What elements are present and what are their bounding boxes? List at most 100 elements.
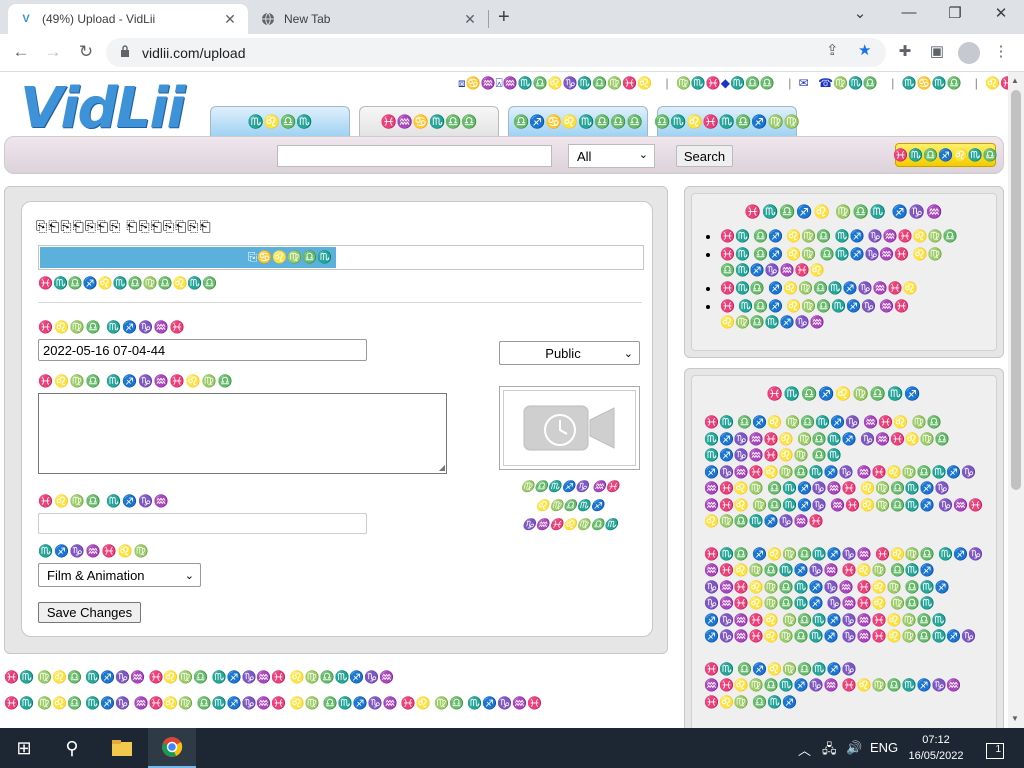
search-bar: All ⌄ Search ♓♏♎♐♌♏♎: [4, 136, 1004, 174]
description-textarea[interactable]: ◢: [38, 393, 447, 474]
browser-toolbar: ← → ↻ vidlii.com/upload ⇪ ★ ✚ ▣ ⋮: [0, 34, 1024, 72]
close-window-button[interactable]: ✕: [986, 4, 1016, 22]
mail-icon[interactable]: ✉: [799, 76, 809, 90]
close-tab-icon[interactable]: ✕: [222, 11, 238, 28]
reload-button[interactable]: ↻: [75, 42, 97, 62]
browser-tab-strip: V (49%) Upload - VidLii ✕ New Tab ✕ + ⌄ …: [0, 0, 1024, 34]
save-changes-button[interactable]: Save Changes: [38, 602, 141, 623]
list-item: ♓♏ ♎♐ ♌♍♎ ♏♐ ♑♒♓♌♍♎: [720, 228, 996, 244]
forward-button[interactable]: →: [42, 42, 64, 62]
upload-tips-box: ♓♏♎♐♌ ♍♎♏ ♐♑♒ ♓♏ ♎♐ ♌♍♎ ♏♐ ♑♒♓♌♍♎ ♓♏ ♎♐ …: [684, 186, 1004, 358]
top-user-links: ⧈♋♒⍓♒♏♎♌♑♏♎♍♓♌ | ♍♏♓◆♏♎♎ | ✉ ☎︎♍♏♎ | ♏♋♏…: [458, 76, 1008, 91]
top-link-2[interactable]: ♍♏♓◆♏♎♎: [676, 76, 775, 90]
thumbnail-preview[interactable]: [499, 386, 640, 470]
top-link-5[interactable]: ♌♓♎♍: [985, 76, 1008, 90]
network-icon[interactable]: 🖧: [822, 740, 837, 762]
search-input[interactable]: [277, 145, 552, 167]
tab-separator: [488, 10, 489, 28]
copyright-paragraph-1: ♓♏ ♎♐♌ ♍♎♏♐♑ ♒♓♌ ♍♎ ♏♐♑♒♓♌ ♍♎♏♐ ♑♒♓♌♍♎ ♏…: [704, 415, 983, 528]
new-tab-button[interactable]: +: [498, 6, 510, 29]
copyright-title: ♓♏♎♐♌♍♎♏♐: [766, 386, 922, 401]
globe-icon: [260, 11, 276, 27]
title-label: ♓♌♍♎ ♏♐♑♒♓: [38, 320, 186, 334]
title-input[interactable]: 2022-05-16 07-04-44: [38, 339, 367, 361]
chrome-taskbar-icon[interactable]: [148, 728, 196, 768]
footer-link[interactable]: ♒♓♌♍ ♎♏♐♑♒♓: [134, 696, 287, 710]
category-select[interactable]: Film & Animation ⌄: [38, 563, 201, 587]
extensions-puzzle-icon[interactable]: ✚: [894, 42, 916, 60]
scrollbar-thumb[interactable]: [1011, 90, 1021, 490]
tab-search-icon[interactable]: ⌄: [845, 4, 875, 22]
tab-new-tab[interactable]: New Tab ✕: [250, 4, 488, 34]
language-indicator[interactable]: ENG: [870, 740, 898, 755]
list-item: ♓♏ ♎♐ ♌♍ ♎♏♐♑♒♓ ♌♍ ♎♏♐♑♒♓♌: [720, 246, 996, 278]
scroll-up-icon[interactable]: ▲: [1011, 76, 1019, 85]
privacy-select[interactable]: Public ⌄: [499, 341, 640, 365]
file-explorer-icon[interactable]: [98, 728, 146, 768]
windows-start-icon[interactable]: ⊞: [0, 728, 48, 768]
resize-grip-icon[interactable]: ◢: [439, 463, 445, 472]
back-button[interactable]: ←: [10, 42, 32, 62]
search-category-select[interactable]: All ⌄: [568, 144, 655, 168]
side-panel-icon[interactable]: ▣: [926, 42, 948, 60]
tags-input[interactable]: [38, 513, 367, 534]
windows-taskbar: ⊞ ⚲ ︿ 🖧 🔊 ENG 07:12 16/05/2022 1: [0, 728, 1024, 768]
close-tab-icon[interactable]: ✕: [462, 11, 478, 28]
tags-label: ♓♌♍♎ ♏♐♑♒: [38, 494, 170, 508]
tray-overflow-icon[interactable]: ︿: [798, 740, 811, 759]
profile-avatar-icon[interactable]: [958, 42, 980, 64]
address-bar[interactable]: vidlii.com/upload: [106, 38, 886, 67]
list-item: ♓♏♎ ♐♌♍♎♏♐♑♒♓♌: [720, 280, 996, 296]
copyright-info-box: ♓♏♎♐♌♍♎♏♐ ♓♏ ♎♐♌ ♍♎♏♐♑ ♒♓♌ ♍♎ ♏♐♑♒♓♌ ♍♎♏…: [684, 368, 1004, 728]
upload-section-title: ⎘⎗⎘⎗⎘⎗⎘ ⎗⎘⎗⎘⎗⎘⎗: [36, 218, 212, 234]
volume-icon[interactable]: 🔊: [846, 740, 862, 756]
top-link-4[interactable]: ♏♋♏♎: [902, 76, 962, 90]
nav-tab-community[interactable]: ♎♏♌♓♏♎♐♍♍: [654, 106, 800, 136]
upload-panel: ⎘⎗⎘⎗⎘⎗⎘ ⎗⎘⎗⎘⎗⎘⎗ ⎘♋♌♍♎♏ ♓♏♎♐♌♏♎♍♎♌♏♎ ♓♌♍♎…: [4, 186, 668, 654]
nav-tab-channels[interactable]: ♎♐♋♌♏♎♎♎: [508, 106, 648, 136]
thumbnail-caption: ♍♎♏♐♑ ♒♓ ♌♍♎♏♐ ♑♒♓♌♍♎♏: [520, 481, 620, 531]
vidlii-logo[interactable]: VidLii: [20, 76, 186, 141]
chevron-down-icon: ⌄: [638, 149, 648, 161]
progress-label: ⎘♋♌♍♎♏: [247, 250, 332, 264]
search-button[interactable]: Search: [676, 145, 733, 167]
upload-tips-title: ♓♏♎♐♌ ♍♎♏ ♐♑♒: [744, 204, 944, 219]
upload-progress-bar: ⎘♋♌♍♎♏: [38, 245, 644, 270]
footer-note-2: ♓♏ ♍♌♎ ♏♐♑ ♒♓♌♍ ♎♏♐♑♒♓ ♌♍ ♎♏♐♑♒ ♓♌ ♍♎ ♏♐…: [4, 696, 543, 710]
web-page: VidLii ⧈♋♒⍓♒♏♎♌♑♏♎♍♓♌ | ♍♏♓◆♏♎♎ | ✉ ☎︎♍♏…: [0, 72, 1008, 728]
restore-window-button[interactable]: ❐: [940, 4, 970, 22]
tab-title: (49%) Upload - VidLii: [42, 12, 156, 26]
bookmark-star-icon[interactable]: ★: [858, 41, 871, 59]
chrome-menu-icon[interactable]: ⋮: [990, 42, 1012, 60]
footer-note-1: ♓♏ ♍♌♎ ♏♐♑♒ ♓♌♍♎ ♏♐♑♒♓ ♌♍♎♏♐♑♒: [4, 670, 395, 684]
upload-status-text: ♓♏♎♐♌♏♎♍♎♌♏♎: [38, 276, 218, 290]
copyright-paragraph-2: ♓♏♎ ♐♌♍♎♏♐♑♒ ♓♌♍♎ ♏♐♑ ♒♓♌♍♎♏♐♑♒ ♓♌♍ ♎♏♐ …: [704, 546, 983, 644]
upload-tips-list: ♓♏ ♎♐ ♌♍♎ ♏♐ ♑♒♓♌♍♎ ♓♏ ♎♐ ♌♍ ♎♏♐♑♒♓ ♌♍ ♎…: [720, 228, 996, 330]
upload-button[interactable]: ♓♏♎♐♌♏♎: [893, 143, 998, 167]
share-icon[interactable]: ⇪: [826, 41, 839, 59]
tab-title: New Tab: [284, 12, 331, 26]
category-label: ♏♐♑♒♓♌♍: [38, 544, 150, 558]
copyright-paragraph-3: ♓♏ ♎♐♌♍♎♏♐♑ ♒♓♌♍♎♏♐♑♒ ♓♌♍♎♏♐♑♒ ♓♌♍ ♎♏♐: [704, 661, 962, 709]
nav-tab-videos[interactable]: ♓♒♋♏♎♎: [359, 106, 499, 136]
minimize-window-button[interactable]: —: [894, 4, 924, 21]
nav-tab-home[interactable]: ♏♌♎♏: [210, 106, 350, 136]
vidlii-favicon-icon: V: [22, 13, 30, 25]
description-label: ♓♌♍♎ ♏♐♑♒♓♌♍♎: [38, 374, 234, 388]
tab-upload-vidlii[interactable]: V (49%) Upload - VidLii ✕: [8, 4, 248, 34]
top-link-3[interactable]: ☎︎♍♏♎: [818, 76, 878, 90]
search-icon[interactable]: ⚲: [48, 728, 96, 768]
divider: [38, 302, 642, 303]
chevron-down-icon: ⌄: [184, 569, 194, 582]
page-scrollbar[interactable]: ▲ ▼: [1008, 72, 1024, 728]
upload-form: ⎘⎗⎘⎗⎘⎗⎘ ⎗⎘⎗⎘⎗⎘⎗ ⎘♋♌♍♎♏ ♓♏♎♐♌♏♎♍♎♌♏♎ ♓♌♍♎…: [21, 201, 653, 637]
lock-icon: [120, 45, 130, 60]
chevron-down-icon: ⌄: [623, 347, 633, 360]
video-camera-icon: [523, 405, 614, 451]
list-item: ♓ ♏♎♐ ♌♍♎♏♐♑ ♒♓ ♌♍♎♏♐♑♒: [720, 298, 996, 330]
notifications-icon[interactable]: 1: [986, 740, 1004, 759]
url-text: vidlii.com/upload: [142, 44, 246, 61]
taskbar-clock[interactable]: 07:12 16/05/2022: [906, 732, 966, 764]
top-link-1[interactable]: ⧈♋♒⍓♒♏♎♌♑♏♎♍♓♌: [458, 76, 652, 90]
scroll-down-icon[interactable]: ▼: [1011, 714, 1019, 723]
